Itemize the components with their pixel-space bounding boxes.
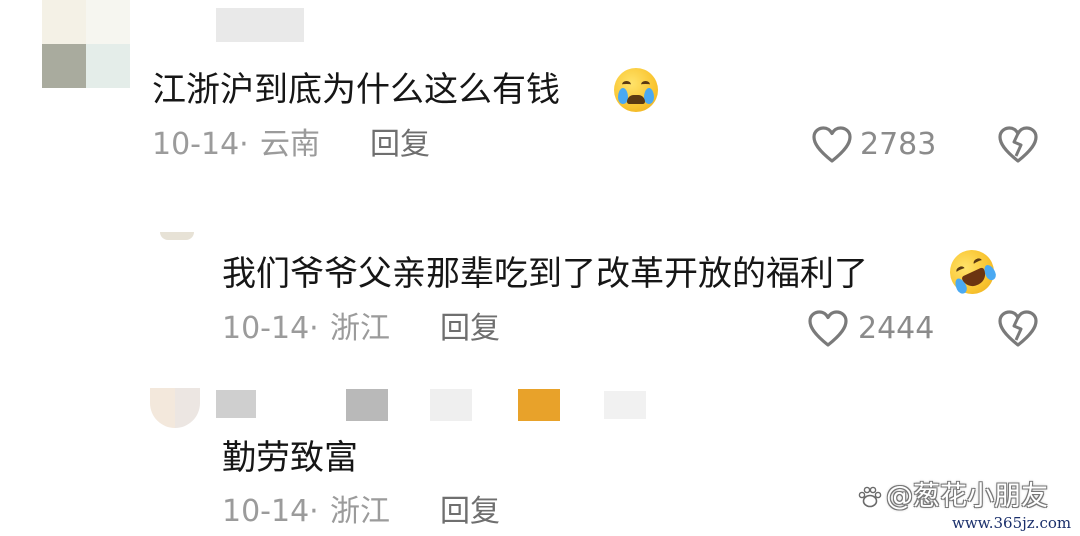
reply-button[interactable]: 回复 xyxy=(440,311,500,347)
paw-logo-icon xyxy=(857,485,883,509)
like-count: 2444 xyxy=(858,311,935,346)
comment-text: 勤劳致富 xyxy=(222,438,358,478)
avatar[interactable] xyxy=(160,232,194,240)
user-badge xyxy=(604,391,646,419)
comment-location: 浙江 xyxy=(330,311,390,346)
user-badge xyxy=(430,389,472,421)
rolling-laughing-emoji xyxy=(942,242,1002,302)
comment-text: 江浙沪到底为什么这么有钱 xyxy=(152,70,560,110)
comment-location: 浙江 xyxy=(330,494,390,529)
comment-text: 我们爷爷父亲那辈吃到了改革开放的福利了 xyxy=(222,254,868,294)
user-badge xyxy=(518,389,560,421)
comment-date: 10-14· xyxy=(152,127,249,162)
crying-face-emoji xyxy=(614,68,658,112)
reply-button[interactable]: 回复 xyxy=(440,494,500,530)
username[interactable] xyxy=(216,8,304,42)
dislike-broken-heart-icon[interactable] xyxy=(998,126,1038,164)
avatar[interactable] xyxy=(150,388,200,428)
comment-date: 10-14· xyxy=(222,494,319,529)
avatar[interactable] xyxy=(42,0,130,88)
dislike-broken-heart-icon[interactable] xyxy=(998,310,1038,348)
like-heart-icon[interactable] xyxy=(812,126,852,164)
user-badge xyxy=(346,389,388,421)
watermark-handle: @葱花小朋友 xyxy=(886,481,1048,512)
like-heart-icon[interactable] xyxy=(808,310,848,348)
username[interactable] xyxy=(216,390,256,418)
watermark-site: www.365jz.com xyxy=(952,514,1072,532)
comment-date: 10-14· xyxy=(222,311,319,346)
reply-button[interactable]: 回复 xyxy=(370,127,430,163)
comment-location: 云南 xyxy=(260,127,320,162)
like-count: 2783 xyxy=(860,127,937,162)
